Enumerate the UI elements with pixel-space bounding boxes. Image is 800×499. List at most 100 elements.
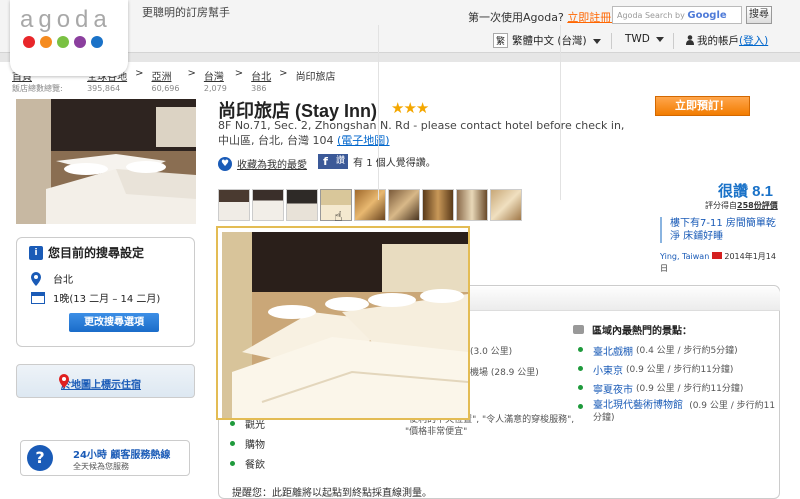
category-item[interactable]: 餐飲	[230, 456, 265, 471]
location-pin-icon	[31, 271, 41, 286]
facebook-like[interactable]: f 讚 有 1 個人覺得讚。	[318, 154, 436, 169]
review-count: 評分得自258份評價	[705, 200, 778, 211]
fb-like-count: 有 1 個人覺得讚。	[353, 158, 436, 169]
photo-thumbnail[interactable]	[354, 189, 386, 221]
search-dates: 1晚(13 二月 – 14 二月)	[31, 290, 160, 305]
breadcrumb-arrow: >	[187, 68, 196, 79]
breadcrumb-link[interactable]: 台灣	[204, 72, 224, 83]
divider	[378, 25, 379, 200]
attraction-name: 臺北現代藝術博物館	[593, 400, 683, 411]
nearby-distance: 機場 (28.9 公里)	[470, 368, 539, 378]
search-placeholder: Agoda Search by	[617, 11, 685, 20]
book-now-button[interactable]: 立即預訂！	[655, 96, 750, 116]
breadcrumb-arrow: >	[135, 68, 144, 79]
breadcrumb-item-taiwan: 台灣 2,079	[204, 68, 227, 94]
breadcrumb-count: 2,079	[203, 84, 227, 93]
bullet-icon	[578, 385, 583, 390]
chevron-down-icon	[655, 36, 664, 42]
logo-dot-green	[57, 36, 69, 48]
person-icon	[686, 35, 694, 45]
divider	[673, 33, 674, 49]
star-rating-icon: ★★★	[391, 99, 429, 117]
map-link[interactable]: (電子地圖)	[337, 134, 390, 147]
photo-thumbnail[interactable]	[422, 189, 454, 221]
favorite-label[interactable]: 收藏為我的最愛	[237, 156, 307, 171]
account-label: 我的帳戶	[697, 35, 739, 47]
currency-selector[interactable]: TWD	[625, 33, 664, 50]
breadcrumb-item-taipei: 台北 386	[251, 68, 271, 94]
help-title: 24小時 顧客服務熱線	[73, 450, 171, 461]
category-label: 餐飲	[245, 460, 265, 471]
attraction-name: 小東京	[593, 366, 623, 377]
google-brand: Google	[687, 10, 727, 21]
breadcrumb-count: 395,864	[87, 84, 121, 93]
breadcrumb-count: 飯店總數總覽:	[12, 84, 63, 93]
breadcrumb-item-asia: 亞洲 60,696	[151, 68, 179, 94]
breadcrumb-count: 386	[251, 84, 267, 93]
calendar-icon	[31, 291, 45, 304]
attraction-item[interactable]: 臺北現代藝術博物館 (0.9 公里 / 步行約11分鐘)	[578, 400, 778, 424]
favorite-link[interactable]: ♥ 收藏為我的最愛	[218, 156, 307, 171]
review-count-prefix: 評分得自	[705, 201, 737, 210]
reviews-link[interactable]: 258份評價	[737, 201, 778, 210]
language-selector[interactable]: 繁繁體中文 (台灣)	[493, 33, 601, 50]
agoda-logo[interactable]: agoda	[10, 0, 128, 76]
login-link[interactable]: (登入)	[739, 35, 768, 47]
review-quote: 樓下有7-11 房間簡單乾淨 床鋪好睡	[660, 217, 778, 243]
hotel-address: 8F No.71, Sec. 2, Zhongshan N. Rd - plea…	[218, 118, 638, 148]
first-time-text: 第一次使用Agoda?	[468, 11, 564, 24]
attraction-item[interactable]: 臺北戲棚 (0.4 公里 / 步行約5分鐘)	[578, 343, 738, 358]
attraction-name: 臺北戲棚	[593, 347, 633, 358]
bullet-icon	[230, 441, 235, 446]
photo-thumbnail[interactable]	[388, 189, 420, 221]
chevron-down-icon	[592, 38, 601, 44]
photo-thumbnail[interactable]	[456, 189, 488, 221]
breadcrumb-link[interactable]: 亞洲	[151, 72, 171, 83]
distance-note: 提醒您：此距離將以起點到終點採直線測量。	[232, 488, 432, 499]
bullet-icon	[230, 421, 235, 426]
attraction-item[interactable]: 小東京 (0.9 公里 / 步行約11分鐘)	[578, 362, 733, 377]
taiwan-flag-icon	[711, 252, 722, 259]
search-button[interactable]: 搜尋	[746, 6, 772, 24]
search-settings-title: i 您目前的搜尋設定	[29, 244, 144, 261]
register-link[interactable]: 立即註冊!	[567, 11, 615, 24]
info-icon: i	[29, 245, 43, 260]
attraction-item[interactable]: 寧夏夜市 (0.9 公里 / 步行約11分鐘)	[578, 381, 743, 396]
breadcrumb-current: 尚印旅店	[295, 72, 336, 83]
photo-thumbnail[interactable]	[286, 189, 318, 221]
breadcrumb-link[interactable]: 台北	[251, 72, 271, 83]
attractions-title: 區域內最熱門的景點：	[573, 322, 692, 337]
facebook-icon: f	[318, 154, 333, 169]
photo-thumbnail[interactable]	[218, 189, 250, 221]
customer-service-box[interactable]: ? 24小時 顧客服務熱線 全天候為您服務	[20, 440, 190, 476]
photo-thumbnail[interactable]	[252, 189, 284, 221]
language-label: 繁體中文 (台灣)	[512, 35, 587, 47]
logo-dot-orange	[40, 36, 52, 48]
fb-like-button[interactable]: 讚	[333, 154, 349, 169]
bullet-icon	[578, 347, 583, 352]
bedroom-photo	[16, 99, 196, 224]
currency-label: TWD	[625, 33, 650, 45]
attraction-text: 臺北現代藝術博物館 (0.9 公里 / 步行約11分鐘)	[593, 400, 778, 424]
search-city-label: 台北	[53, 275, 73, 286]
review-score: 很讚 8.1	[718, 183, 774, 200]
photo-preview-popup[interactable]	[216, 226, 470, 420]
category-item[interactable]: 購物	[230, 436, 265, 451]
reviewer-info: Ying, Taiwan 2014年1月14日	[660, 251, 780, 275]
photo-thumbnail[interactable]	[490, 189, 522, 221]
hotel-main-photo[interactable]	[16, 99, 196, 224]
bullet-icon	[578, 366, 583, 371]
attraction-name: 寧夏夜市	[593, 385, 633, 396]
logo-text: agoda	[20, 6, 112, 33]
show-on-map-link[interactable]: 於地圖上標示住宿	[16, 364, 195, 398]
account-menu[interactable]: 我的帳戶(登入)	[686, 33, 768, 50]
divider	[560, 25, 561, 200]
breadcrumb-arrow: >	[234, 68, 244, 79]
heart-icon: ♥	[218, 156, 232, 171]
logo-dots	[23, 36, 103, 48]
address-text: 8F No.71, Sec. 2, Zhongshan N. Rd - plea…	[218, 119, 625, 147]
change-search-button[interactable]: 更改搜尋選項	[69, 313, 159, 332]
first-time-prompt: 第一次使用Agoda? 立即註冊!	[468, 9, 616, 25]
help-subtitle: 全天候為您服務	[73, 462, 129, 471]
search-input[interactable]: Agoda Search by Google	[612, 6, 742, 24]
